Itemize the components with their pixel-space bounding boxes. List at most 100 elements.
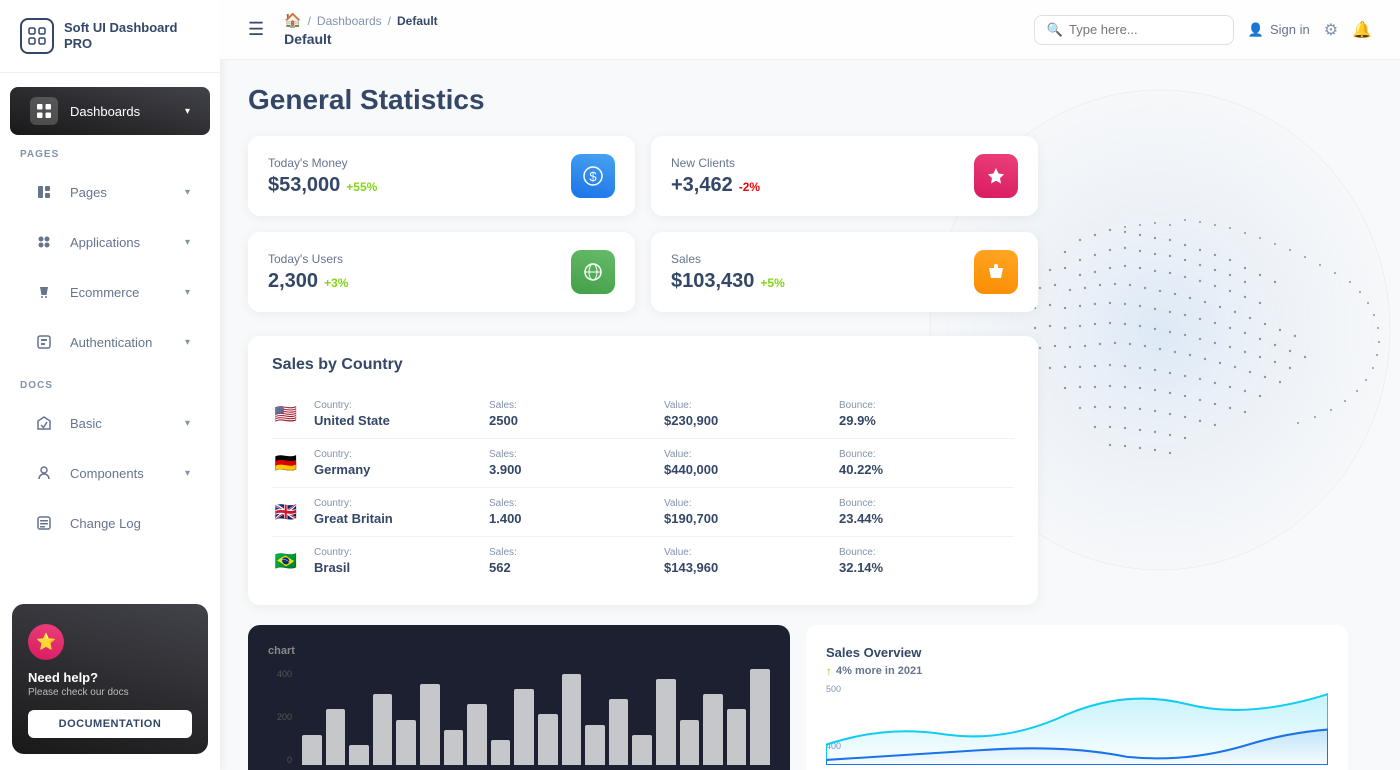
table-row: 🇺🇸 Country: United State Sales: 2500 Val… xyxy=(272,390,1014,439)
sidebar-item-applications[interactable]: Applications ▾ xyxy=(10,218,210,266)
basic-icon xyxy=(30,409,58,437)
stat-icon-users xyxy=(571,250,615,294)
stat-value-clients: +3,462 xyxy=(671,174,733,197)
flag-de: 🇩🇪 xyxy=(272,453,300,473)
bar xyxy=(326,709,346,765)
value-col-gb: Value: $190,700 xyxy=(664,498,839,526)
breadcrumb: 🏠 / Dashboards / Default xyxy=(284,12,438,29)
help-star-icon: ⭐ xyxy=(28,624,64,660)
stat-info-clients: New Clients +3,462 -2% xyxy=(671,156,760,197)
table-row: 🇧🇷 Country: Brasil Sales: 562 Value: $14… xyxy=(272,537,1014,585)
value-col-br: Value: $143,960 xyxy=(664,547,839,575)
bar-chart-title: chart xyxy=(268,645,770,657)
value-col-de: Value: $440,000 xyxy=(664,449,839,477)
stat-value-users: 2,300 xyxy=(268,270,318,293)
notification-icon[interactable]: 🔔 xyxy=(1352,20,1372,40)
country-col-de: Country: Germany xyxy=(314,449,489,477)
bar xyxy=(562,674,582,765)
bar xyxy=(585,725,605,765)
flag-gb: 🇬🇧 xyxy=(272,502,300,522)
help-subtitle: Please check our docs xyxy=(28,687,192,698)
docs-section-label: DOCS xyxy=(0,368,220,397)
stat-label-users: Today's Users xyxy=(268,252,348,266)
bar xyxy=(538,714,558,765)
page-title: General Statistics xyxy=(248,84,1372,116)
bounce-col-us: Bounce: 29.9% xyxy=(839,400,1014,428)
stat-icon-money: $ xyxy=(571,154,615,198)
changelog-icon xyxy=(30,509,58,537)
bounce-col-br: Bounce: 32.14% xyxy=(839,547,1014,575)
sales-col-gb: Sales: 1.400 xyxy=(489,498,664,526)
stat-value-sales: $103,430 xyxy=(671,270,754,293)
bottom-charts: chart 400 200 0 Sales Overview ↑ 4% m xyxy=(248,625,1348,770)
sales-col-de: Sales: 3.900 xyxy=(489,449,664,477)
sidebar-item-basic-label: Basic xyxy=(70,416,173,431)
stat-card-users: Today's Users 2,300 +3% xyxy=(248,232,635,312)
bar xyxy=(727,709,747,765)
chevron-down-icon: ▾ xyxy=(185,106,190,117)
stat-info-users: Today's Users 2,300 +3% xyxy=(268,252,348,293)
country-col-br: Country: Brasil xyxy=(314,547,489,575)
stat-icon-clients xyxy=(974,154,1018,198)
hamburger-icon[interactable]: ☰ xyxy=(248,19,264,40)
topbar-page-title: Default xyxy=(284,31,438,47)
sidebar-item-changelog[interactable]: Change Log xyxy=(10,499,210,547)
content-area: General Statistics Today's Money $53,000… xyxy=(220,60,1400,770)
logo-icon xyxy=(20,18,54,54)
sign-in-label: Sign in xyxy=(1270,22,1310,37)
home-icon[interactable]: 🏠 xyxy=(284,12,301,29)
search-box[interactable]: 🔍 xyxy=(1034,15,1234,45)
sales-overview-subtitle: 4% more in 2021 xyxy=(836,665,922,677)
applications-icon xyxy=(30,228,58,256)
auth-icon xyxy=(30,328,58,356)
sign-in-button[interactable]: 👤 Sign in xyxy=(1248,22,1310,38)
stat-info-sales: Sales $103,430 +5% xyxy=(671,252,785,293)
bar xyxy=(420,684,440,765)
sidebar-item-changelog-label: Change Log xyxy=(70,516,190,531)
documentation-button[interactable]: DOCUMENTATION xyxy=(28,710,192,738)
sidebar-item-dashboards-label: Dashboards xyxy=(70,104,173,119)
settings-icon[interactable]: ⚙ xyxy=(1324,20,1338,40)
dashboards-icon xyxy=(30,97,58,125)
sidebar-item-components[interactable]: Components ▾ xyxy=(10,449,210,497)
sidebar-item-components-label: Components xyxy=(70,466,173,481)
sidebar-item-pages[interactable]: Pages ▾ xyxy=(10,168,210,216)
sidebar-item-basic[interactable]: Basic ▾ xyxy=(10,399,210,447)
stat-card-sales: Sales $103,430 +5% xyxy=(651,232,1038,312)
breadcrumb-separator: / xyxy=(308,14,311,28)
sidebar-item-ecommerce[interactable]: Ecommerce ▾ xyxy=(10,268,210,316)
stat-change-money: +55% xyxy=(346,180,377,194)
stat-card-clients: New Clients +3,462 -2% xyxy=(651,136,1038,216)
stat-value-money: $53,000 xyxy=(268,174,340,197)
bar xyxy=(373,694,393,765)
applications-chevron-icon: ▾ xyxy=(185,237,190,248)
sales-overview-card: Sales Overview ↑ 4% more in 2021 500 400 xyxy=(806,625,1348,770)
breadcrumb-block: 🏠 / Dashboards / Default Default xyxy=(284,12,438,47)
sidebar-item-dashboards[interactable]: Dashboards ▾ xyxy=(10,87,210,135)
app-name: Soft UI Dashboard PRO xyxy=(64,20,200,51)
country-col-us: Country: United State xyxy=(314,400,489,428)
auth-chevron-icon: ▾ xyxy=(185,337,190,348)
components-chevron-icon: ▾ xyxy=(185,468,190,479)
breadcrumb-current: Default xyxy=(397,14,438,28)
y-label-400: 400 xyxy=(268,669,292,679)
value-col-us: Value: $230,900 xyxy=(664,400,839,428)
sidebar-item-auth-label: Authentication xyxy=(70,335,173,350)
sidebar-item-authentication[interactable]: Authentication ▾ xyxy=(10,318,210,366)
bar xyxy=(703,694,723,765)
bar xyxy=(467,704,487,765)
sales-by-country-title: Sales by Country xyxy=(272,356,1014,374)
help-box: ⭐ Need help? Please check our docs DOCUM… xyxy=(12,604,208,754)
y-label-0: 0 xyxy=(268,755,292,765)
topbar: ☰ 🏠 / Dashboards / Default Default 🔍 👤 S… xyxy=(220,0,1400,60)
y-label-200: 200 xyxy=(268,712,292,722)
breadcrumb-separator-2: / xyxy=(388,14,391,28)
bar xyxy=(632,735,652,765)
sidebar-item-pages-label: Pages xyxy=(70,185,173,200)
bar xyxy=(609,699,629,765)
flag-us: 🇺🇸 xyxy=(272,404,300,424)
stat-change-users: +3% xyxy=(324,276,348,290)
stats-grid: Today's Money $53,000 +55% $ New Client xyxy=(248,136,1038,312)
search-input[interactable] xyxy=(1069,22,1221,37)
bar xyxy=(656,679,676,765)
